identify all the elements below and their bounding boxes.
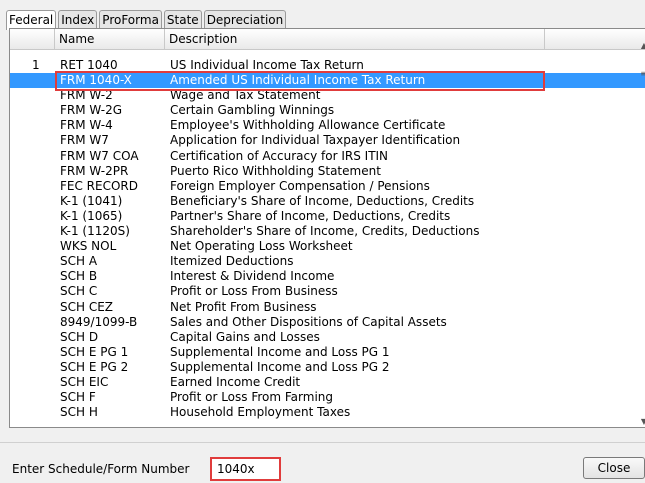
row-description: Beneficiary's Share of Income, Deduction… bbox=[170, 193, 475, 208]
row-form-name: SCH F bbox=[60, 390, 96, 405]
header-empty-column[interactable] bbox=[545, 29, 645, 49]
row-description: Profit or Loss From Farming bbox=[170, 390, 334, 405]
form-number-input[interactable] bbox=[210, 457, 281, 481]
row-number: 1 bbox=[32, 58, 40, 72]
row-form-name: K-1 (1065) bbox=[60, 208, 123, 223]
row-description: Supplemental Income and Loss PG 1 bbox=[170, 344, 390, 359]
row-form-name: SCH H bbox=[60, 405, 98, 420]
row-description: Sales and Other Dispositions of Capital … bbox=[170, 314, 447, 329]
row-description: Puerto Rico Withholding Statement bbox=[170, 163, 381, 178]
row-form-name: FRM W-4 bbox=[60, 118, 113, 133]
row-description: Shareholder's Share of Income, Credits, … bbox=[170, 224, 480, 239]
row-form-name: FRM W-2G bbox=[60, 103, 123, 118]
row-form-name: FRM W-2 bbox=[60, 88, 113, 103]
row-description: Employee's Withholding Allowance Certifi… bbox=[170, 118, 446, 133]
close-button[interactable]: Close bbox=[583, 457, 645, 479]
list-item[interactable]: SCH D Capital Gains and Losses bbox=[10, 330, 645, 345]
row-form-name: 8949/1099-B bbox=[60, 314, 138, 329]
list-item[interactable]: SCH B Interest & Dividend Income bbox=[10, 269, 645, 284]
row-form-name: FRM W7 COA bbox=[60, 148, 139, 163]
list-item[interactable]: FRM 1040-X Amended US Individual Income T… bbox=[10, 73, 645, 89]
row-description: Net Profit From Business bbox=[170, 299, 317, 314]
row-description: Capital Gains and Losses bbox=[170, 329, 320, 344]
row-description: Certain Gambling Winnings bbox=[170, 103, 335, 118]
row-description: Supplemental Income and Loss PG 2 bbox=[170, 359, 390, 374]
row-form-name: RET 1040 bbox=[60, 58, 118, 72]
list-item[interactable]: FEC RECORD Foreign Employer Compensation … bbox=[10, 179, 645, 194]
row-description: Amended US Individual Income Tax Return bbox=[170, 73, 426, 88]
row-form-name: FRM W7 bbox=[60, 133, 109, 148]
tab-index[interactable]: Index bbox=[58, 10, 98, 28]
list-item[interactable]: SCH H Household Employment Taxes bbox=[10, 405, 645, 420]
row-form-name: SCH C bbox=[60, 284, 98, 299]
row-description: Net Operating Loss Worksheet bbox=[170, 239, 353, 254]
tab-bar: Federal Index ProForma State Depreciatio… bbox=[6, 10, 288, 30]
scroll-up-icon[interactable]: ▲ bbox=[641, 41, 645, 50]
row-form-name: K-1 (1120S) bbox=[60, 224, 130, 239]
list-item[interactable]: SCH F Profit or Loss From Farming bbox=[10, 390, 645, 405]
tab-proforma[interactable]: ProForma bbox=[99, 10, 162, 28]
header-name[interactable]: Name bbox=[55, 29, 165, 49]
row-description: US Individual Income Tax Return bbox=[170, 58, 364, 72]
row-description: Household Employment Taxes bbox=[170, 405, 351, 420]
row-form-name: FEC RECORD bbox=[60, 178, 138, 193]
row-description: Partner's Share of Income, Deductions, C… bbox=[170, 208, 451, 223]
list-item[interactable]: SCH E PG 1 Supplemental Income and Loss P… bbox=[10, 345, 645, 360]
header-description[interactable]: Description bbox=[165, 29, 545, 49]
tab-federal[interactable]: Federal bbox=[6, 10, 57, 30]
row-form-name: SCH D bbox=[60, 329, 99, 344]
list-item[interactable]: FRM W-2G Certain Gambling Winnings bbox=[10, 103, 645, 118]
scroll-grip-icon[interactable]: ≡ bbox=[640, 69, 645, 78]
list-item[interactable]: FRM W-2 Wage and Tax Statement bbox=[10, 88, 645, 103]
row-form-name: FRM 1040-X bbox=[60, 73, 132, 88]
forms-list[interactable]: Name Description 1 RET 1040 US Individual … bbox=[9, 28, 645, 428]
row-form-name: SCH CEZ bbox=[60, 299, 114, 314]
list-item[interactable]: SCH A Itemized Deductions bbox=[10, 254, 645, 269]
row-description: Earned Income Credit bbox=[170, 374, 301, 389]
list-item[interactable]: FRM W-2PR Puerto Rico Withholding Stateme… bbox=[10, 164, 645, 179]
tab-depreciation[interactable]: Depreciation bbox=[203, 10, 287, 28]
list-item[interactable]: 1 RET 1040 US Individual Income Tax Return bbox=[10, 58, 645, 73]
header-number-column[interactable] bbox=[10, 29, 55, 49]
row-form-name: K-1 (1041) bbox=[60, 193, 123, 208]
row-description: Profit or Loss From Business bbox=[170, 284, 338, 299]
list-rows: 1 RET 1040 US Individual Income Tax Return… bbox=[10, 58, 645, 420]
row-description: Certification of Accuracy for IRS ITIN bbox=[170, 148, 389, 163]
list-item[interactable]: SCH CEZ Net Profit From Business bbox=[10, 300, 645, 315]
list-item[interactable]: SCH EIC Earned Income Credit bbox=[10, 375, 645, 390]
list-item[interactable]: FRM W-4 Employee's Withholding Allowance … bbox=[10, 118, 645, 133]
scroll-down-icon[interactable]: ▼ bbox=[641, 417, 645, 426]
row-description: Wage and Tax Statement bbox=[170, 88, 321, 103]
list-header: Name Description bbox=[10, 29, 645, 50]
list-item[interactable]: 8949/1099-B Sales and Other Dispositions … bbox=[10, 315, 645, 330]
row-form-name: SCH E PG 1 bbox=[60, 344, 129, 359]
row-form-name: SCH E PG 2 bbox=[60, 359, 129, 374]
list-item[interactable]: SCH E PG 2 Supplemental Income and Loss P… bbox=[10, 360, 645, 375]
row-form-name: WKS NOL bbox=[60, 239, 117, 254]
row-form-name: SCH EIC bbox=[60, 374, 109, 389]
row-form-name: FRM W-2PR bbox=[60, 163, 129, 178]
list-item[interactable]: SCH C Profit or Loss From Business bbox=[10, 284, 645, 299]
list-item[interactable]: K-1 (1065) Partner's Share of Income, Ded… bbox=[10, 209, 645, 224]
row-description: Foreign Employer Compensation / Pensions bbox=[170, 178, 430, 193]
form-number-label: Enter Schedule/Form Number bbox=[12, 462, 190, 476]
row-description: Interest & Dividend Income bbox=[170, 269, 335, 284]
row-description: Itemized Deductions bbox=[170, 254, 294, 269]
row-description: Application for Individual Taxpayer Iden… bbox=[170, 133, 461, 148]
list-item[interactable]: FRM W7 COA Certification of Accuracy for … bbox=[10, 149, 645, 164]
row-form-name: SCH B bbox=[60, 269, 98, 284]
footer-divider bbox=[0, 442, 645, 443]
tab-state[interactable]: State bbox=[163, 10, 202, 28]
list-item[interactable]: FRM W7 Application for Individual Taxpaye… bbox=[10, 133, 645, 148]
list-item[interactable]: K-1 (1120S) Shareholder's Share of Income… bbox=[10, 224, 645, 239]
list-item[interactable]: WKS NOL Net Operating Loss Worksheet bbox=[10, 239, 645, 254]
row-form-name: SCH A bbox=[60, 254, 98, 269]
list-item[interactable]: K-1 (1041) Beneficiary's Share of Income,… bbox=[10, 194, 645, 209]
